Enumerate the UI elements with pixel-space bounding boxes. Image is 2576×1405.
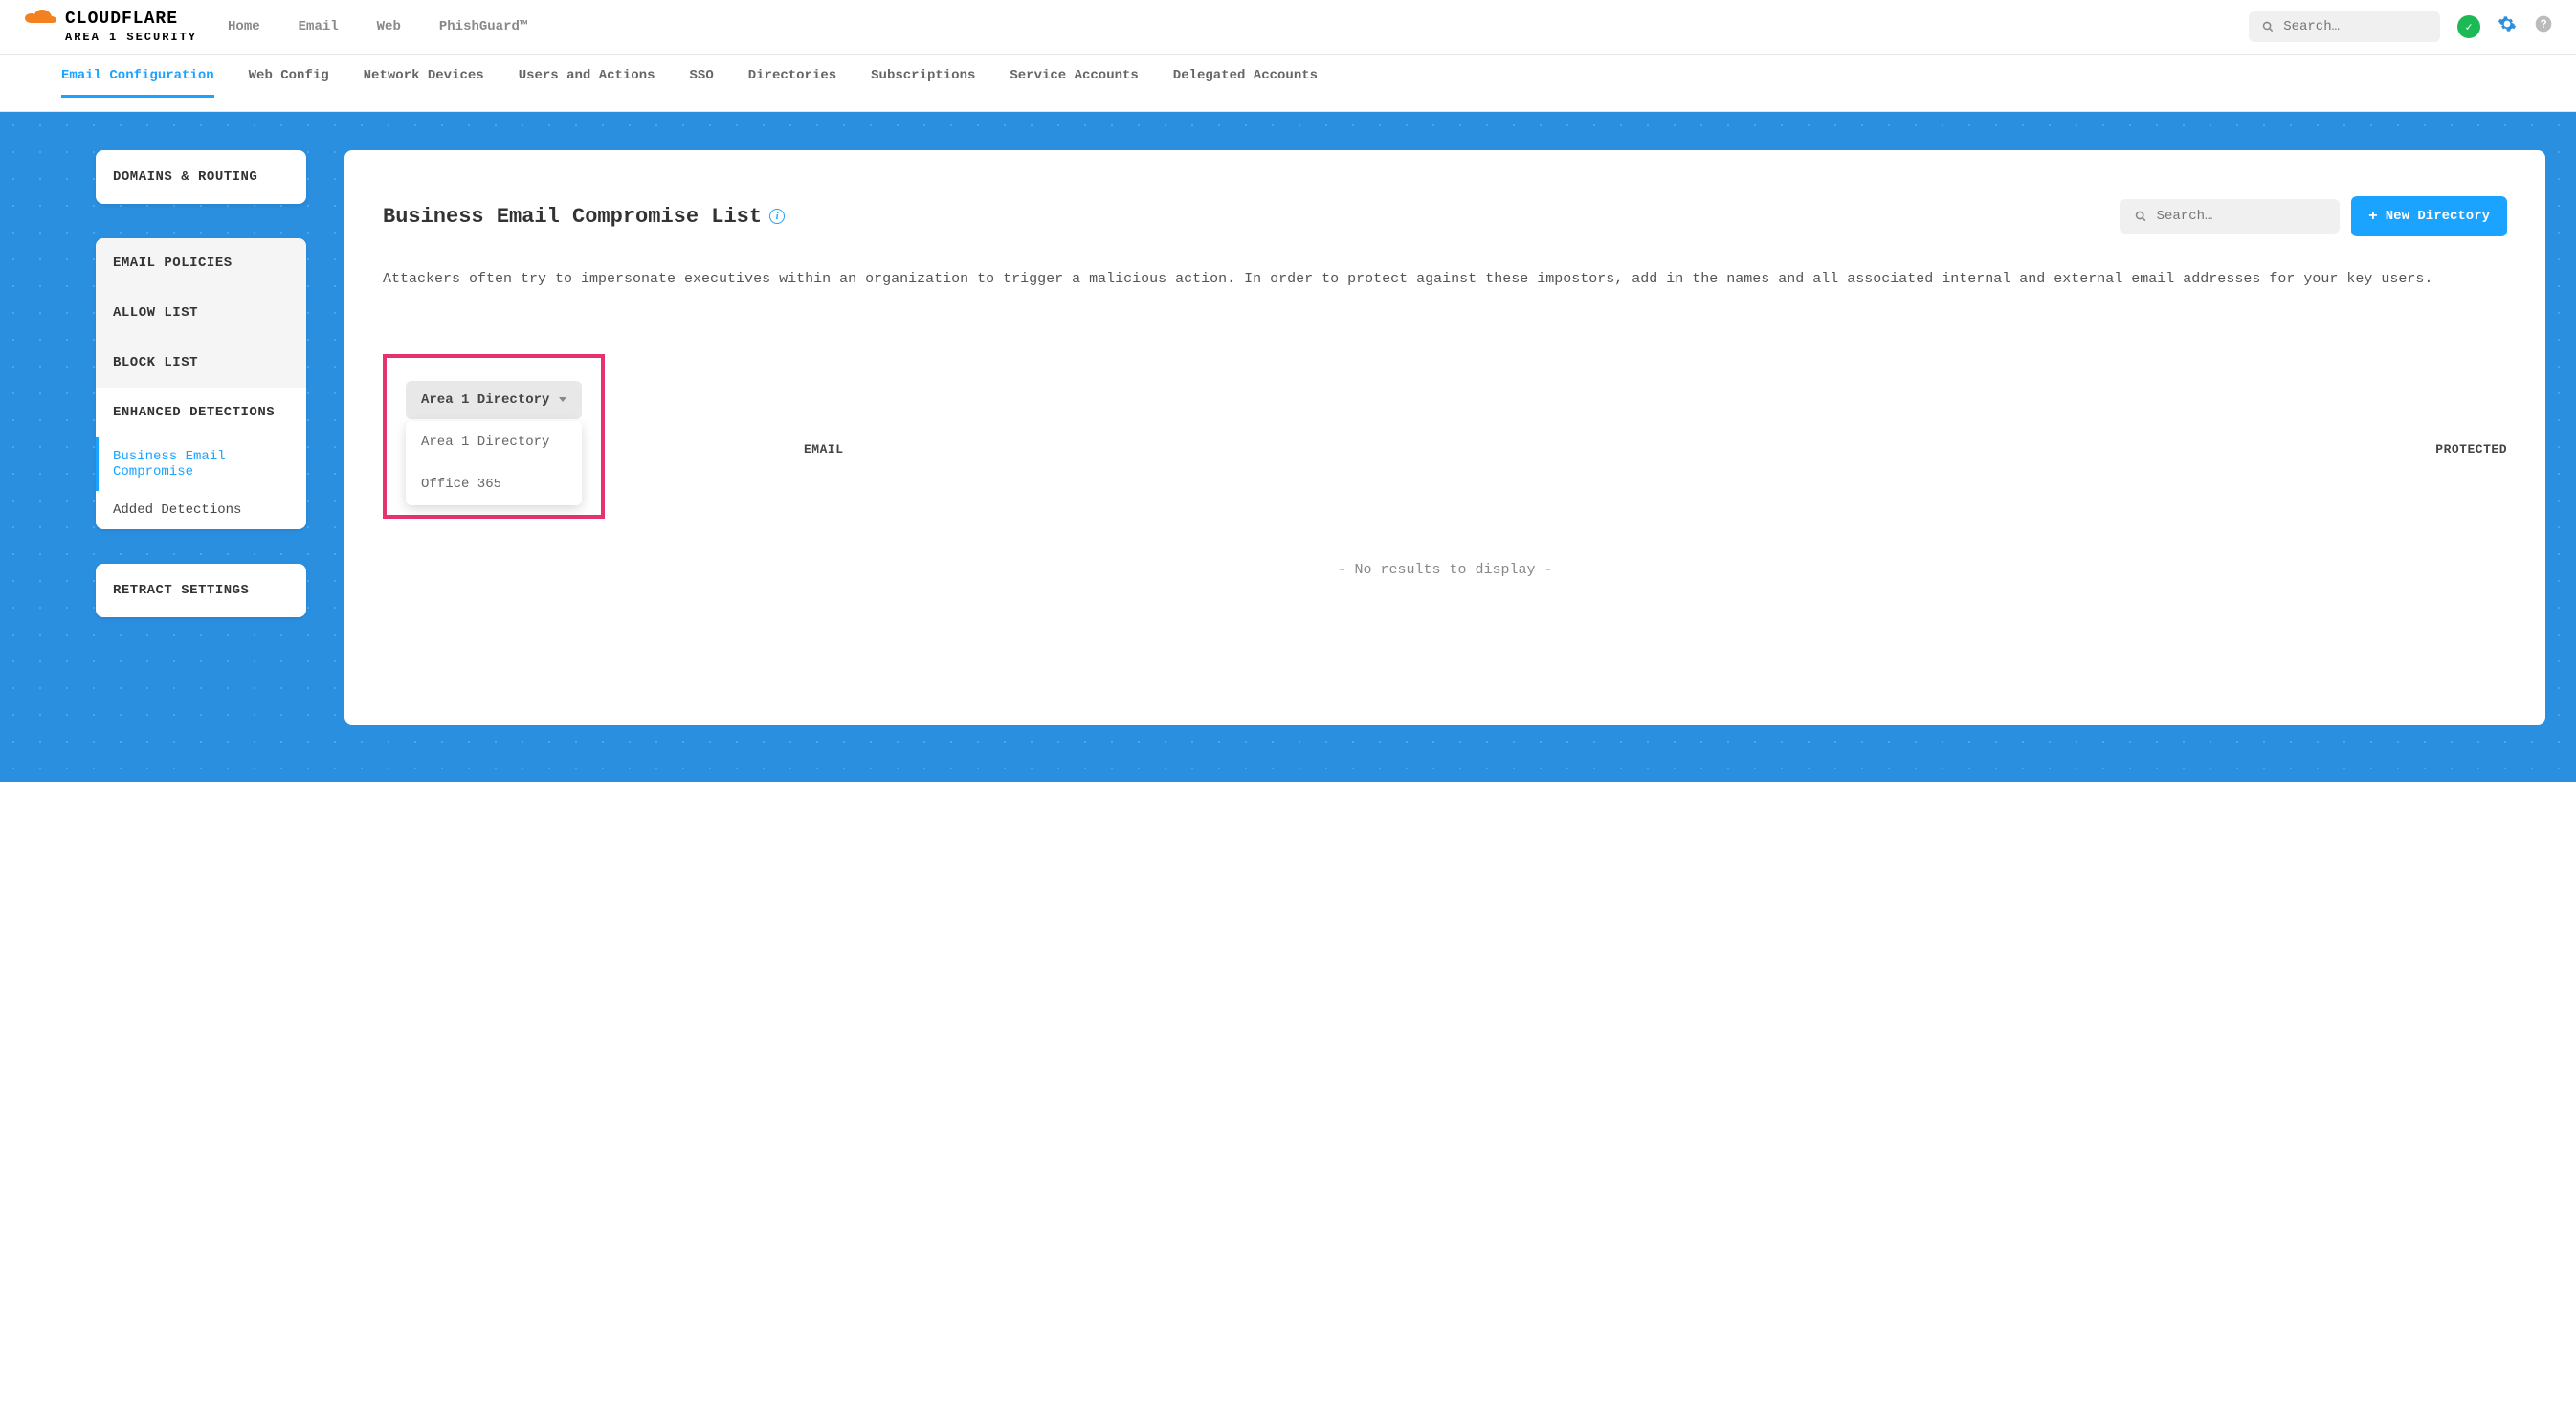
page-title: Business Email Compromise List i — [383, 205, 785, 229]
sidebar-item-block-list[interactable]: BLOCK LIST — [96, 338, 306, 388]
sidebar-item-email-policies[interactable]: EMAIL POLICIES — [96, 238, 306, 288]
main-header: Business Email Compromise List i + New D… — [383, 196, 2507, 236]
nav-web[interactable]: Web — [377, 19, 401, 34]
sidebar-item-domains-routing[interactable]: DOMAINS & ROUTING — [96, 150, 306, 204]
bec-search[interactable] — [2120, 199, 2340, 234]
nav-phishguard[interactable]: PhishGuard™ — [439, 19, 527, 34]
directory-option-office365[interactable]: Office 365 — [406, 463, 582, 505]
bec-search-input[interactable] — [2157, 209, 2325, 224]
page-title-text: Business Email Compromise List — [383, 205, 762, 229]
sidebar-item-business-email-compromise[interactable]: Business Email Compromise — [96, 437, 306, 491]
directory-dropdown-selected: Area 1 Directory — [421, 392, 549, 408]
tab-directories[interactable]: Directories — [748, 68, 836, 98]
brand-logo: CLOUDFLARE AREA 1 SECURITY — [23, 10, 197, 44]
help-icon[interactable]: ? — [2534, 14, 2553, 39]
top-bar: CLOUDFLARE AREA 1 SECURITY Home Email We… — [0, 0, 2576, 55]
tab-web-config[interactable]: Web Config — [249, 68, 329, 98]
shield-check-icon[interactable]: ✓ — [2457, 15, 2480, 38]
tab-users-and-actions[interactable]: Users and Actions — [519, 68, 655, 98]
cloudflare-icon — [23, 10, 57, 29]
sub-nav: Email Configuration Web Config Network D… — [0, 55, 2576, 112]
sidebar-item-enhanced-detections[interactable]: ENHANCED DETECTIONS — [96, 388, 306, 437]
tab-delegated-accounts[interactable]: Delegated Accounts — [1173, 68, 1318, 98]
svg-text:?: ? — [2540, 18, 2546, 31]
top-right-controls: ✓ ? — [2249, 11, 2553, 42]
sidebar-item-retract-settings[interactable]: RETRACT SETTINGS — [96, 564, 306, 617]
search-icon — [2262, 20, 2274, 33]
sidebar-policies-card: EMAIL POLICIES ALLOW LIST BLOCK LIST ENH… — [96, 238, 306, 529]
tab-network-devices[interactable]: Network Devices — [364, 68, 484, 98]
sidebar: DOMAINS & ROUTING EMAIL POLICIES ALLOW L… — [96, 150, 306, 725]
top-nav: Home Email Web PhishGuard™ — [228, 19, 527, 34]
tab-subscriptions[interactable]: Subscriptions — [871, 68, 975, 98]
nav-email[interactable]: Email — [299, 19, 339, 34]
plus-icon: + — [2368, 208, 2378, 225]
directory-dropdown-menu: Area 1 Directory Office 365 — [406, 421, 582, 505]
sidebar-item-added-detections[interactable]: Added Detections — [96, 491, 306, 529]
nav-home[interactable]: Home — [228, 19, 260, 34]
main-panel: Business Email Compromise List i + New D… — [344, 150, 2545, 725]
search-icon — [2135, 210, 2146, 223]
column-email: EMAIL — [804, 442, 2364, 457]
directory-option-area1[interactable]: Area 1 Directory — [406, 421, 582, 463]
directory-dropdown[interactable]: Area 1 Directory — [406, 381, 582, 419]
brand-name: CLOUDFLARE — [65, 10, 178, 29]
new-directory-label: New Directory — [2386, 209, 2490, 224]
global-search[interactable] — [2249, 11, 2440, 42]
new-directory-button[interactable]: + New Directory — [2351, 196, 2507, 236]
gear-icon[interactable] — [2498, 14, 2517, 39]
tab-sso[interactable]: SSO — [690, 68, 714, 98]
page-description: Attackers often try to impersonate execu… — [383, 267, 2507, 292]
info-icon[interactable]: i — [769, 209, 785, 224]
table-header: EMAIL PROTECTED — [383, 442, 2507, 457]
global-search-input[interactable] — [2283, 19, 2427, 34]
column-protected: PROTECTED — [2364, 442, 2507, 457]
sidebar-item-allow-list[interactable]: ALLOW LIST — [96, 288, 306, 338]
brand-subtitle: AREA 1 SECURITY — [65, 31, 197, 44]
tab-service-accounts[interactable]: Service Accounts — [1010, 68, 1138, 98]
no-results-message: - No results to display - — [383, 562, 2507, 578]
workspace: DOMAINS & ROUTING EMAIL POLICIES ALLOW L… — [0, 112, 2576, 782]
directory-dropdown-highlight: Area 1 Directory Area 1 Directory Office… — [383, 354, 605, 519]
tab-email-configuration[interactable]: Email Configuration — [61, 68, 214, 98]
chevron-down-icon — [559, 397, 566, 402]
